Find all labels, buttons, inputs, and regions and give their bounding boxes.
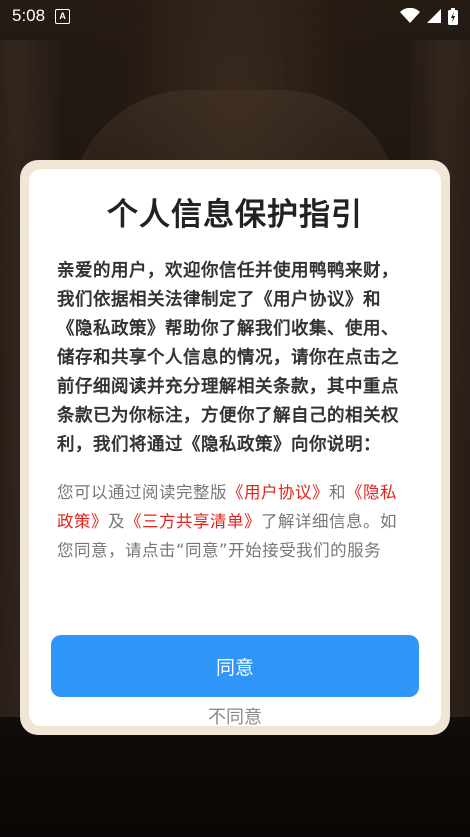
dialog-title: 个人信息保护指引 [107,197,363,233]
privacy-dialog-frame: 个人信息保护指引 亲爱的用户，欢迎你信任并使用鸭鸭来财，我们依据相关法律制定了《… [20,160,450,735]
notice-part-2: 和 [329,483,346,502]
agree-button[interactable]: 同意 [51,635,419,697]
user-agreement-link[interactable]: 《用户协议》 [227,483,329,502]
status-time: 5:08 [12,6,46,25]
notice-part-3: 及 [108,512,125,531]
notification-a-icon: A [55,8,71,24]
privacy-dialog: 个人信息保护指引 亲爱的用户，欢迎你信任并使用鸭鸭来财，我们依据相关法律制定了《… [29,169,441,726]
battery-icon [448,7,458,25]
disagree-button[interactable]: 不同意 [29,703,441,726]
dialog-notice-text: 您可以通过阅读完整版《用户协议》和《隐私政策》及《三方共享清单》了解详细信息。如… [51,478,419,565]
status-icons [400,7,458,25]
dialog-intro-text: 亲爱的用户，欢迎你信任并使用鸭鸭来财，我们依据相关法律制定了《用户协议》和《隐私… [57,261,399,455]
notice-part-1: 您可以通过阅读完整版 [57,483,227,502]
third-party-list-link[interactable]: 《三方共享清单》 [125,512,261,531]
wifi-icon [400,8,420,23]
signal-icon [427,9,441,23]
status-bar: 5:08 A [0,0,470,32]
